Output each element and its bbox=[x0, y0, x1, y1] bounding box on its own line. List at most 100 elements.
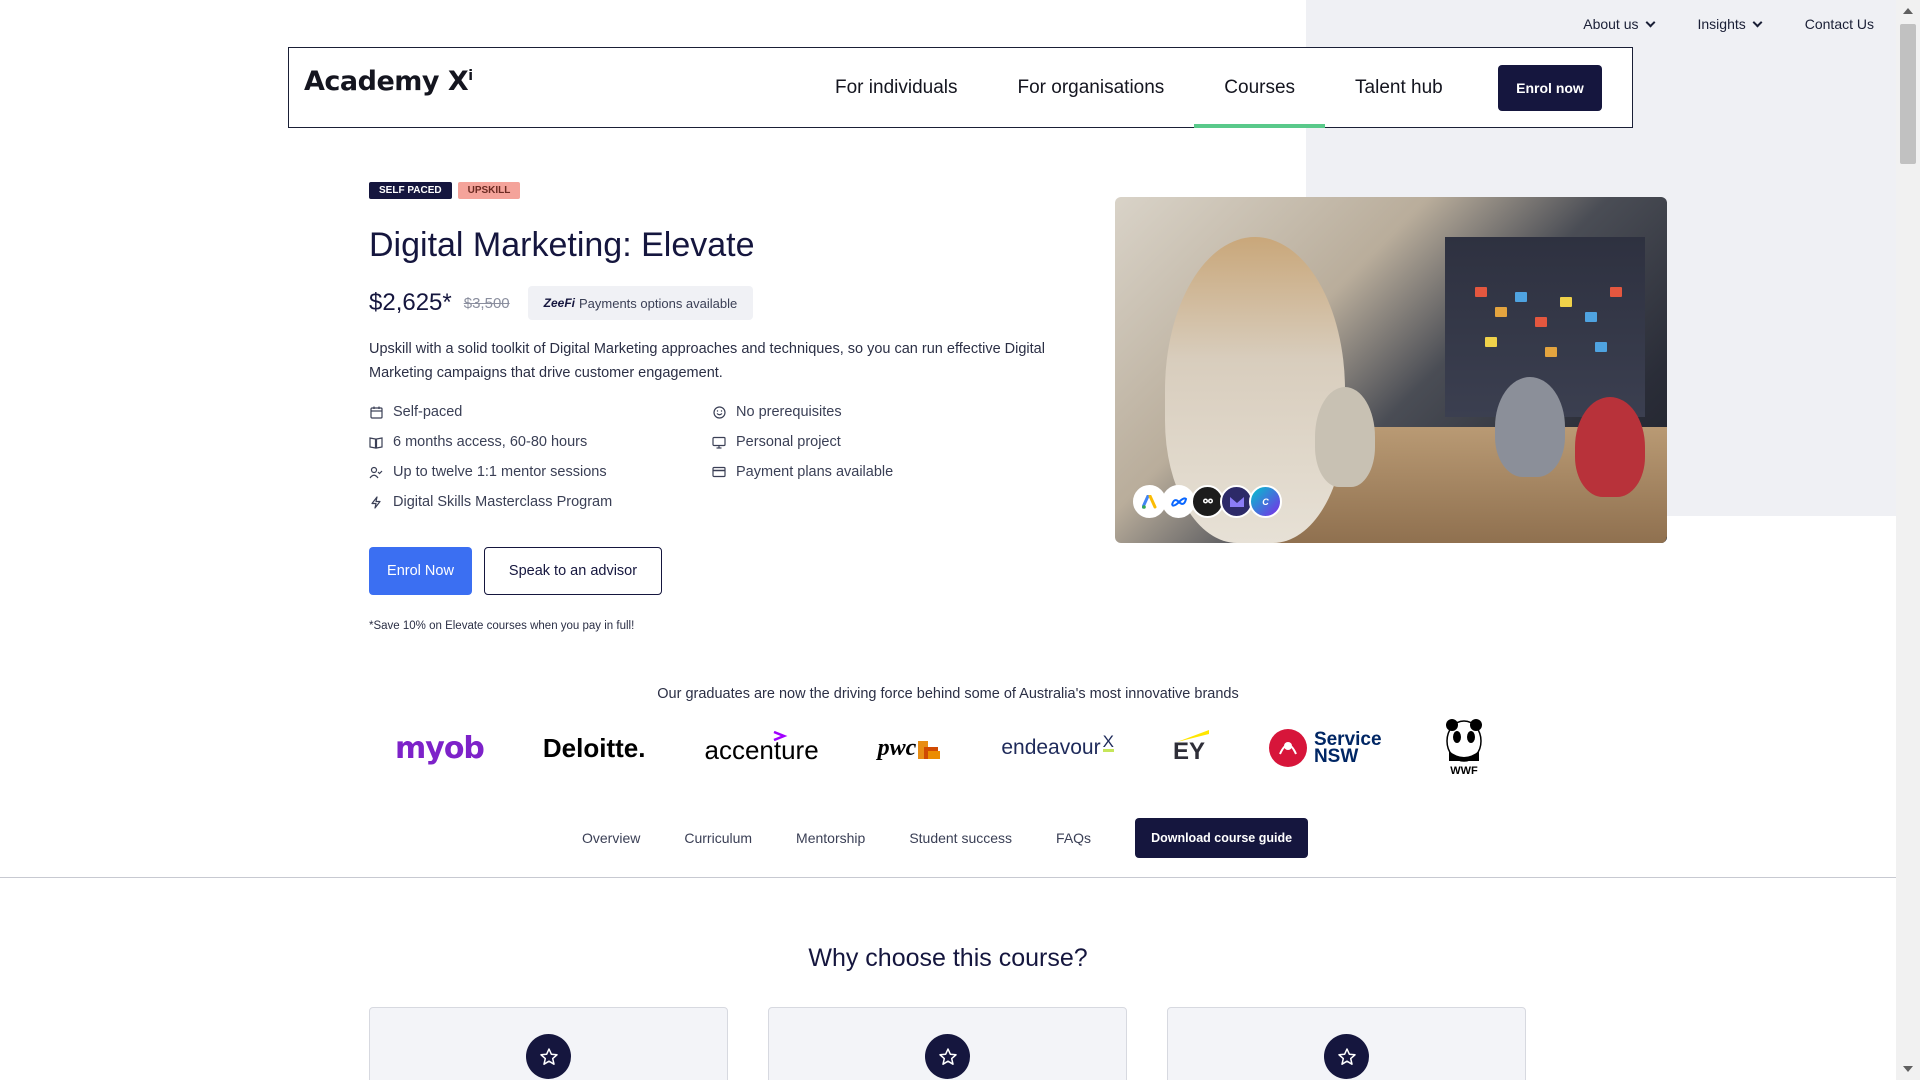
sticky-note bbox=[1610, 287, 1622, 297]
nav-for-organisations[interactable]: For organisations bbox=[988, 48, 1195, 127]
course-price-old: $3,500 bbox=[463, 294, 510, 312]
wwf-logo: WWF bbox=[1443, 719, 1485, 777]
accenture-text: accenture bbox=[704, 734, 819, 765]
zeefi-payment-badge[interactable]: ZeeFi Payments options available bbox=[527, 286, 754, 320]
sticky-note bbox=[1495, 307, 1507, 317]
course-tabs-inner: Overview Curriculum Mentorship Student s… bbox=[560, 818, 1309, 858]
enrol-now-button[interactable]: Enrol Now bbox=[369, 547, 472, 595]
why-card bbox=[768, 1007, 1127, 1080]
pwc-text: pwc bbox=[877, 734, 917, 761]
main-navbar: Academy Xi For individuals For organisat… bbox=[288, 47, 1633, 128]
feature-text: Up to twelve 1:1 mentor sessions bbox=[393, 464, 607, 480]
tab-mentorship[interactable]: Mentorship bbox=[774, 830, 887, 846]
chevron-down-icon bbox=[1645, 17, 1655, 27]
course-description: Upskill with a solid toolkit of Digital … bbox=[369, 341, 1045, 381]
sticky-note bbox=[1585, 312, 1597, 322]
scroll-down-arrow-icon[interactable] bbox=[1903, 1066, 1913, 1072]
star-icon bbox=[925, 1034, 970, 1079]
feature-text: Self-paced bbox=[393, 404, 463, 420]
cta-row: Enrol Now Speak to an advisor bbox=[369, 547, 662, 595]
feature-text: Personal project bbox=[736, 434, 841, 450]
sticky-note bbox=[1475, 287, 1487, 297]
wwf-text: WWF bbox=[1450, 765, 1478, 777]
feature-text: Digital Skills Masterclass Program bbox=[393, 494, 613, 510]
smile-icon bbox=[712, 405, 726, 419]
credit-card-icon bbox=[712, 465, 726, 479]
deloitte-text: Deloitte. bbox=[542, 732, 646, 763]
user-check-icon bbox=[369, 465, 383, 479]
zeefi-text: Payments options available bbox=[578, 295, 738, 311]
badge-self-paced: SELF PACED bbox=[369, 182, 452, 199]
feature-text: 6 months access, 60-80 hours bbox=[393, 434, 588, 450]
graduates-text: Our graduates are now the driving force … bbox=[0, 686, 1896, 702]
endeavour-logo: endeavour X bbox=[1001, 731, 1114, 760]
util-about-us[interactable]: About us bbox=[1561, 16, 1675, 32]
header-enrol-button[interactable]: Enrol now bbox=[1498, 65, 1602, 111]
lightning-icon bbox=[369, 495, 383, 509]
attendee-figure bbox=[1315, 387, 1375, 487]
book-icon bbox=[369, 435, 383, 449]
feature-item: 6 months access, 60-80 hours bbox=[369, 432, 712, 452]
utility-nav: About us Insights Contact Us bbox=[1561, 0, 1896, 48]
service-nsw-text: Service NSW bbox=[1313, 729, 1382, 767]
tab-faqs[interactable]: FAQs bbox=[1034, 830, 1113, 846]
zeefi-logo: ZeeFi bbox=[543, 296, 575, 310]
graduates-text-label: Our graduates are now the driving force … bbox=[657, 686, 1239, 702]
feature-item: Digital Skills Masterclass Program bbox=[369, 492, 712, 512]
util-contact-label: Contact Us bbox=[1804, 16, 1874, 32]
util-insights[interactable]: Insights bbox=[1676, 16, 1783, 32]
scroll-up-arrow-icon[interactable] bbox=[1903, 8, 1913, 14]
canva-icon: C bbox=[1249, 485, 1282, 518]
nav-talent-hub[interactable]: Talent hub bbox=[1325, 48, 1473, 127]
tab-overview[interactable]: Overview bbox=[560, 830, 662, 846]
attendee-figure bbox=[1575, 397, 1645, 497]
monitor-icon bbox=[712, 435, 726, 449]
tab-student-success[interactable]: Student success bbox=[887, 830, 1034, 846]
feature-item: Up to twelve 1:1 mentor sessions bbox=[369, 462, 712, 482]
sticky-note bbox=[1545, 347, 1557, 357]
course-title: Digital Marketing: Elevate bbox=[369, 226, 755, 264]
myob-text: myob bbox=[395, 730, 485, 766]
attendee-figure bbox=[1495, 377, 1565, 477]
why-cards bbox=[369, 1007, 1526, 1080]
star-icon bbox=[1324, 1034, 1369, 1079]
util-contact-us[interactable]: Contact Us bbox=[1783, 16, 1896, 32]
feature-text: No prerequisites bbox=[736, 404, 842, 420]
feature-item: Self-paced bbox=[369, 402, 712, 422]
speak-to-advisor-button[interactable]: Speak to an advisor bbox=[484, 547, 662, 595]
ey-text: EY bbox=[1172, 738, 1205, 765]
tab-curriculum[interactable]: Curriculum bbox=[662, 830, 774, 846]
nav-for-individuals[interactable]: For individuals bbox=[805, 48, 988, 127]
util-insights-label: Insights bbox=[1697, 16, 1746, 32]
sticky-note bbox=[1595, 342, 1607, 352]
logo-sup: i bbox=[468, 68, 473, 84]
tool-icons: C bbox=[1133, 485, 1282, 518]
scroll-thumb[interactable] bbox=[1900, 24, 1916, 164]
why-card bbox=[1167, 1007, 1526, 1080]
course-tabs: Overview Curriculum Mentorship Student s… bbox=[0, 818, 1896, 878]
download-course-guide-button[interactable]: Download course guide bbox=[1135, 818, 1309, 858]
ey-logo: EY bbox=[1173, 730, 1209, 766]
util-about-label: About us bbox=[1583, 16, 1639, 32]
sticky-note bbox=[1560, 297, 1572, 307]
academy-xi-logo[interactable]: Academy Xi bbox=[304, 66, 473, 97]
price-row: $2,625* $3,500 ZeeFi Payments options av… bbox=[369, 286, 754, 320]
feature-item: Payment plans available bbox=[712, 462, 969, 482]
page-scrollbar[interactable] bbox=[1896, 0, 1920, 1080]
accenture-logo: accenture bbox=[704, 730, 819, 766]
nav-courses[interactable]: Courses bbox=[1194, 48, 1325, 128]
feature-text: Payment plans available bbox=[736, 464, 894, 480]
endeavour-x-mark: X bbox=[1102, 731, 1114, 752]
course-badges: SELF PACED UPSKILL bbox=[369, 182, 521, 199]
brand-logos: myob Deloitte. accenture pwc endeavour X… bbox=[395, 717, 1485, 779]
feature-item: Personal project bbox=[712, 432, 969, 452]
deloitte-logo: Deloitte. bbox=[543, 733, 646, 764]
sticky-note bbox=[1535, 317, 1547, 327]
star-icon bbox=[526, 1034, 571, 1079]
chevron-down-icon bbox=[1752, 17, 1763, 27]
service-nsw-logo: Service NSW bbox=[1268, 728, 1384, 768]
course-features: Self-paced No prerequisites 6 months acc… bbox=[369, 402, 969, 512]
hero-image: C bbox=[1115, 197, 1667, 543]
why-choose-heading: Why choose this course? bbox=[808, 944, 1088, 972]
badge-upskill: UPSKILL bbox=[457, 182, 521, 199]
